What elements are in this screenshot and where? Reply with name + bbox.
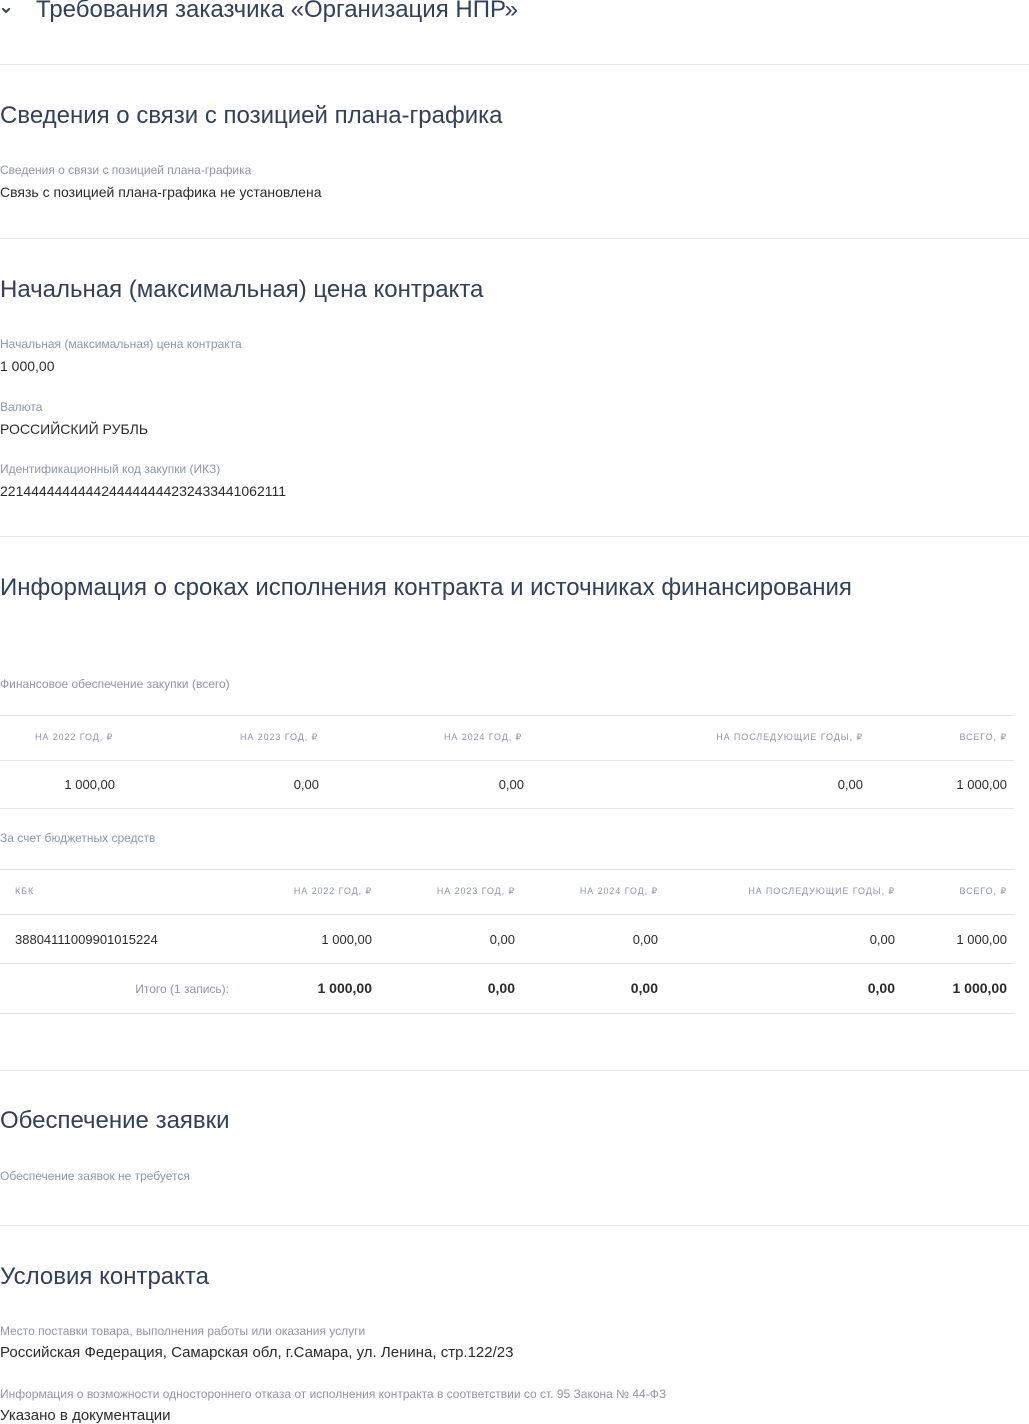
- cell-later: 0,00: [837, 777, 863, 792]
- currency-label: Валюта: [0, 400, 43, 414]
- total-later: 0,00: [867, 980, 895, 996]
- col-header-total: ВСЕГО, ₽: [959, 732, 1007, 742]
- ikz-value: 2214444444444244444444232433441062111: [0, 483, 287, 499]
- cell-later: 0,00: [869, 932, 895, 947]
- price-heading: Начальная (максимальная) цена контракта: [0, 276, 484, 303]
- total-row-label: Итого (1 запись):: [135, 982, 229, 996]
- guarantee-heading: Обеспечение заявки: [0, 1107, 230, 1134]
- cell-total: 1 000,00: [956, 932, 1007, 947]
- table-border: [0, 914, 1014, 915]
- divider: [0, 1225, 1029, 1226]
- col-header-total: ВСЕГО, ₽: [959, 886, 1007, 896]
- cell-kbk: 38804111009901015224: [15, 932, 158, 947]
- chevron-down-icon[interactable]: [0, 2, 16, 18]
- plan-link-label: Сведения о связи с позицией плана-график…: [0, 163, 252, 177]
- col-header-2024: НА 2024 ГОД, ₽: [579, 886, 658, 896]
- price-value: 1 000,00: [0, 358, 55, 374]
- table-border: [0, 1013, 1014, 1014]
- conditions-heading: Условия контракта: [0, 1263, 209, 1290]
- divider: [0, 1070, 1029, 1071]
- total-2022: 1 000,00: [317, 980, 373, 996]
- currency-value: РОССИЙСКИЙ РУБЛЬ: [0, 421, 149, 437]
- price-label: Начальная (максимальная) цена контракта: [0, 337, 242, 351]
- table-border: [0, 963, 1014, 964]
- col-header-kbk: КБК: [15, 886, 35, 896]
- plan-link-heading: Сведения о связи с позицией плана-график…: [0, 102, 503, 129]
- cell-2024: 0,00: [632, 932, 658, 947]
- col-header-2023: НА 2023 ГОД, ₽: [436, 886, 515, 896]
- col-header-later: НА ПОСЛЕДУЮЩИЕ ГОДЫ, ₽: [748, 886, 895, 896]
- divider: [0, 64, 1029, 65]
- budget-label: За счет бюджетных средств: [0, 831, 156, 845]
- guarantee-note: Обеспечение заявок не требуется: [0, 1169, 190, 1183]
- divider: [0, 238, 1029, 239]
- refusal-info-value: Указано в документации: [0, 1407, 171, 1424]
- cell-total: 1 000,00: [956, 777, 1007, 792]
- financing-heading: Информация о сроках исполнения контракта…: [0, 574, 852, 601]
- section-title[interactable]: Требования заказчика «Организация НПР»: [36, 0, 518, 24]
- cell-2023: 0,00: [489, 932, 515, 947]
- plan-link-value: Связь с позицией плана-графика не устано…: [0, 184, 322, 200]
- table-border: [0, 760, 1014, 761]
- total-all: 1 000,00: [952, 980, 1008, 996]
- col-header-2023: НА 2023 ГОД, ₽: [240, 732, 319, 742]
- table-border: [0, 808, 1014, 809]
- table-border: [0, 869, 1014, 870]
- cell-2023: 0,00: [293, 777, 319, 792]
- cell-2024: 0,00: [498, 777, 524, 792]
- col-header-2022: НА 2022 ГОД, ₽: [293, 886, 372, 896]
- col-header-later: НА ПОСЛЕДУЮЩИЕ ГОДЫ, ₽: [716, 732, 863, 742]
- total-2023: 0,00: [487, 980, 515, 996]
- ikz-label: Идентификационный код закупки (ИКЗ): [0, 462, 221, 476]
- total-2024: 0,00: [630, 980, 658, 996]
- divider: [0, 536, 1029, 537]
- delivery-place-value: Российская Федерация, Самарская обл, г.С…: [0, 1344, 514, 1361]
- table-border: [0, 715, 1014, 716]
- cell-2022: 1 000,00: [64, 777, 115, 792]
- col-header-2022: НА 2022 ГОД, ₽: [35, 732, 114, 742]
- cell-2022: 1 000,00: [321, 932, 372, 947]
- financing-total-label: Финансовое обеспечение закупки (всего): [0, 677, 230, 691]
- delivery-place-label: Место поставки товара, выполнения работы…: [0, 1324, 366, 1338]
- col-header-2024: НА 2024 ГОД, ₽: [444, 732, 523, 742]
- refusal-info-label: Информация о возможности одностороннего …: [0, 1387, 667, 1401]
